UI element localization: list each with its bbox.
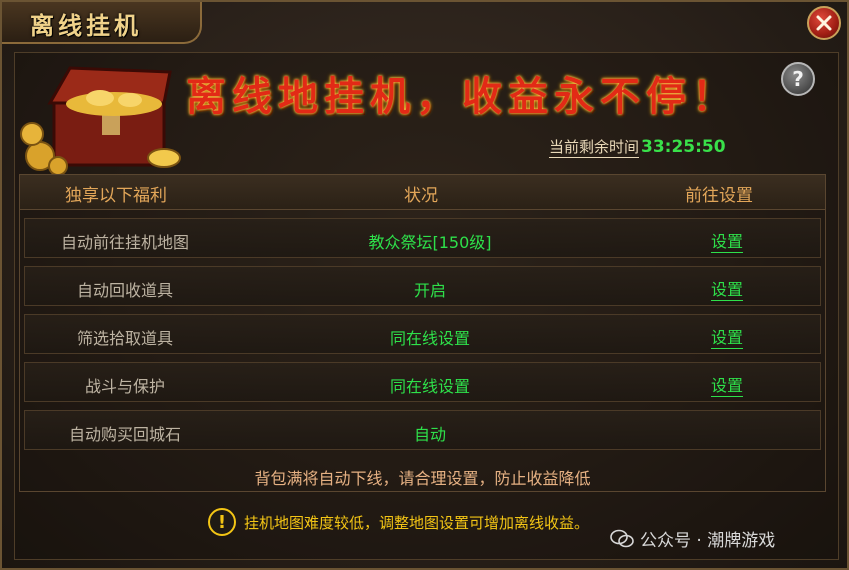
dialog-title: 离线挂机 xyxy=(30,11,142,40)
settings-link[interactable]: 设置 xyxy=(711,324,744,349)
treasure-chest-icon xyxy=(20,66,181,174)
benefit-status: 自动 xyxy=(413,425,446,444)
wechat-icon xyxy=(610,529,634,547)
watermark: 公众号 · 潮牌游戏 xyxy=(610,526,775,551)
help-button[interactable]: ? xyxy=(781,62,815,96)
title-plate: 离线挂机 xyxy=(2,2,202,44)
remaining-time: 当前剩余时间 33:25:50 xyxy=(549,136,726,158)
table-row: 筛选拾取道具 同在线设置 设置 xyxy=(24,314,821,354)
map-difficulty-tip: ! 挂机地图难度较低，调整地图设置可增加离线收益。 xyxy=(208,508,589,536)
benefit-status: 同在线设置 xyxy=(389,377,470,396)
header-benefits: 独享以下福利 xyxy=(65,186,167,206)
benefit-status: 同在线设置 xyxy=(389,329,470,348)
watermark-text: 公众号 · 潮牌游戏 xyxy=(640,531,776,551)
benefit-name: 自动购买回城石 xyxy=(68,425,181,444)
header-settings: 前往设置 xyxy=(685,186,753,206)
close-button[interactable] xyxy=(807,6,841,40)
help-icon: ? xyxy=(792,67,804,91)
remaining-time-label: 当前剩余时间 xyxy=(549,138,640,158)
settings-link[interactable]: 设置 xyxy=(711,372,744,397)
benefits-table: 独享以下福利 状况 前往设置 自动前往挂机地图 教众祭坛[150级] 设置 自动… xyxy=(19,174,826,492)
banner-headline: 离线地挂机，收益永不停！ xyxy=(186,73,738,120)
remaining-time-value: 33:25:50 xyxy=(641,137,726,157)
table-row: 自动购买回城石 自动 xyxy=(24,410,821,450)
table-row: 自动回收道具 开启 设置 xyxy=(24,266,821,306)
table-row: 自动前往挂机地图 教众祭坛[150级] 设置 xyxy=(24,218,821,258)
bag-full-warning: 背包满将自动下线，请合理设置，防止收益降低 xyxy=(254,469,591,488)
benefit-status: 教众祭坛[150级] xyxy=(368,233,492,252)
settings-link[interactable]: 设置 xyxy=(711,276,744,301)
close-icon xyxy=(816,15,832,31)
tip-text: 挂机地图难度较低，调整地图设置可增加离线收益。 xyxy=(244,513,590,532)
table-header: 独享以下福利 状况 前往设置 xyxy=(20,175,825,210)
settings-link[interactable]: 设置 xyxy=(711,228,744,253)
table-row: 战斗与保护 同在线设置 设置 xyxy=(24,362,821,402)
benefit-status: 开启 xyxy=(413,281,446,300)
header-status: 状况 xyxy=(404,186,438,206)
offline-idle-dialog: 离线挂机 离线地挂机，收益永不停！ ? 当前剩余时间 33:25:50 独享以下福… xyxy=(0,0,849,570)
benefit-name: 自动前往挂机地图 xyxy=(60,233,189,252)
benefit-name: 筛选拾取道具 xyxy=(76,329,173,348)
benefit-name: 自动回收道具 xyxy=(76,281,173,300)
warning-icon: ! xyxy=(208,508,236,536)
benefit-name: 战斗与保护 xyxy=(84,377,165,396)
